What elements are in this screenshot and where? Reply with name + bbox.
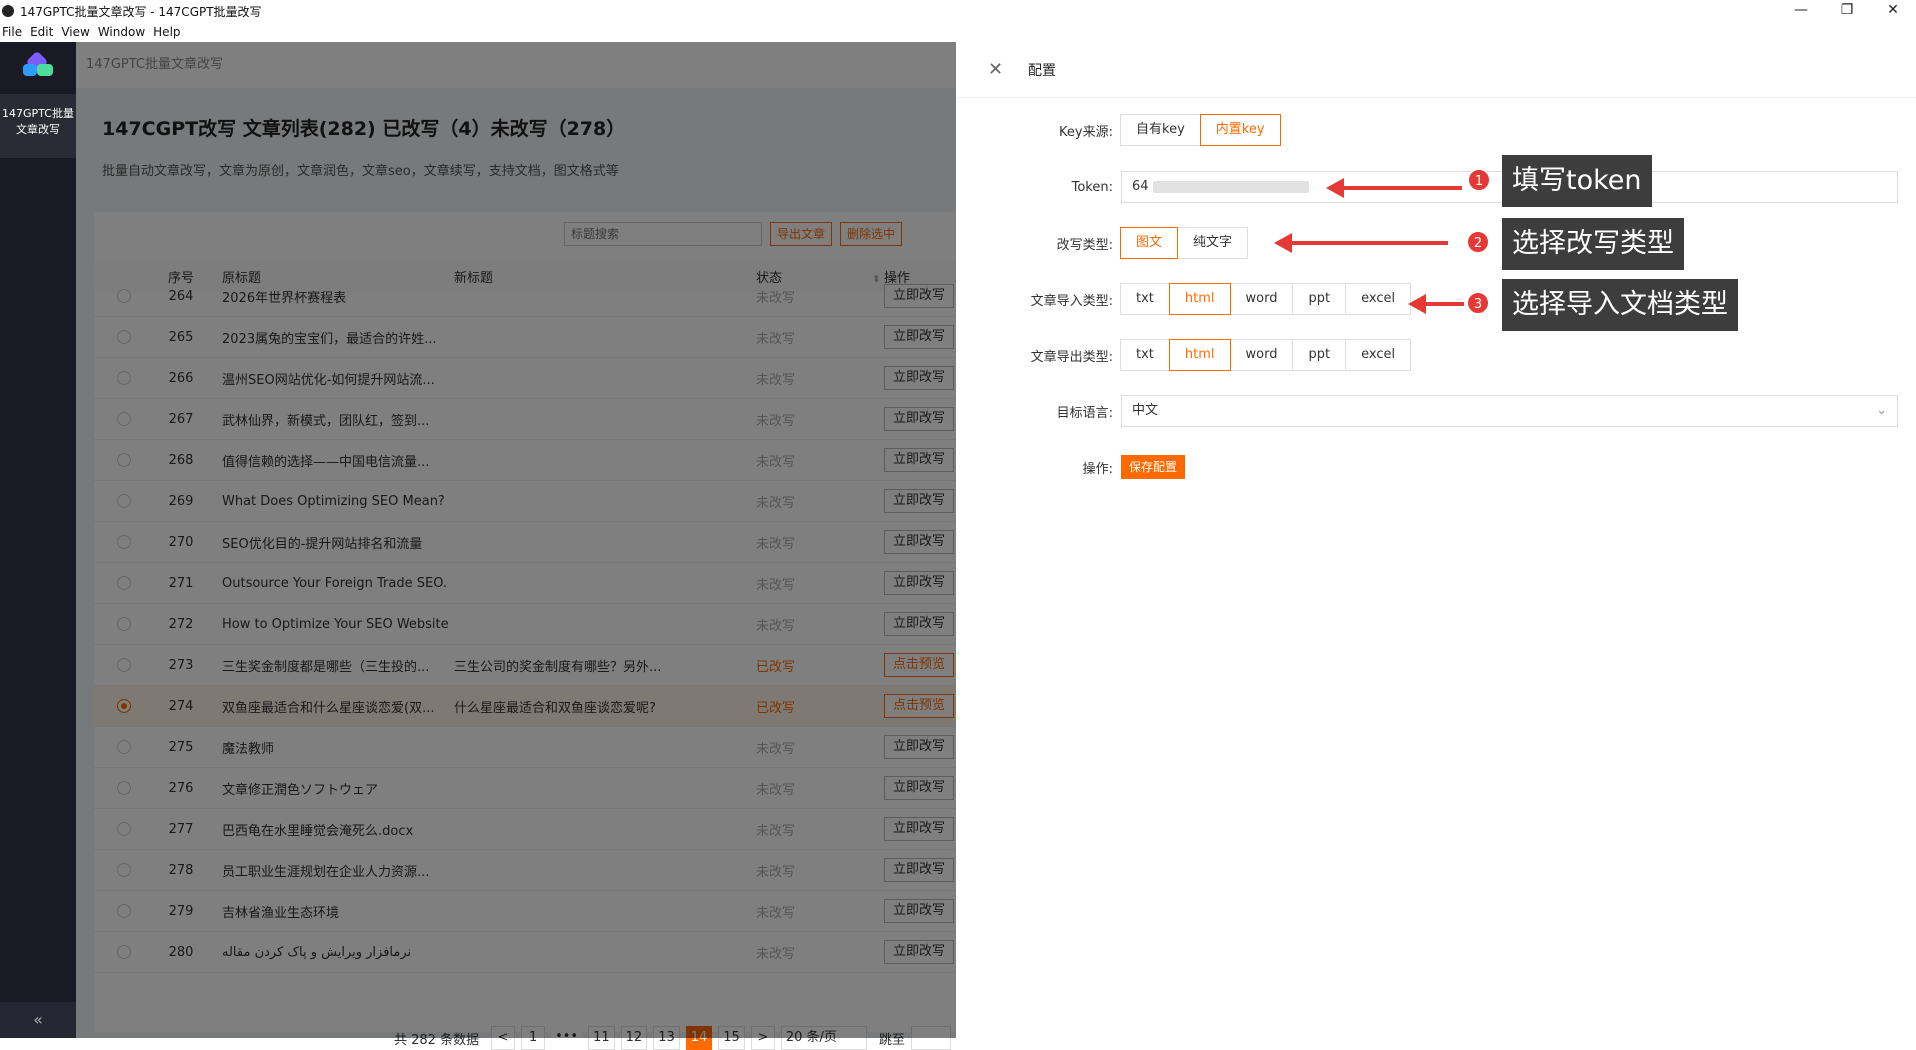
action-label: 操作: [1082, 461, 1113, 477]
export-html[interactable]: html [1168, 339, 1231, 371]
rewrite-type-plain-text[interactable]: 纯文字 [1177, 227, 1249, 259]
import-type-label: 文章导入类型: [1030, 293, 1113, 309]
restore-icon[interactable]: ❐ [1824, 0, 1870, 22]
annotation-label-3: 选择导入文档类型 [1502, 279, 1738, 331]
key-source-group: 自有key 内置key [1120, 114, 1281, 146]
key-source-own[interactable]: 自有key [1120, 114, 1201, 146]
annotation-number-2: 2 [1466, 230, 1490, 254]
menu-edit[interactable]: Edit [28, 25, 59, 39]
app-icon [2, 5, 14, 17]
menu-help[interactable]: Help [151, 25, 186, 39]
annotation-label-2: 选择改写类型 [1502, 218, 1684, 270]
annotation-arrow-2 [1274, 233, 1448, 253]
import-excel[interactable]: excel [1345, 283, 1412, 315]
collapse-icon[interactable]: « [0, 1002, 76, 1038]
window-title: 147GPTC批量文章改写 - 147CGPT批量改写 [20, 4, 262, 19]
config-drawer: ✕ 配置 Key来源: 自有key 内置key Token: 64 改写类型: … [956, 42, 1916, 1038]
drawer-title: 配置 [1028, 62, 1056, 79]
export-txt[interactable]: txt [1120, 339, 1170, 371]
rewrite-type-label: 改写类型: [1056, 237, 1113, 253]
target-language-select[interactable]: 中文 ⌄ [1121, 395, 1898, 427]
annotation-arrow-3 [1408, 294, 1464, 314]
import-txt[interactable]: txt [1120, 283, 1170, 315]
annotation-label-1: 填写token [1502, 155, 1652, 207]
save-config-button[interactable]: 保存配置 [1121, 455, 1186, 479]
menu-window[interactable]: Window [96, 25, 151, 39]
rewrite-type-image-text[interactable]: 图文 [1120, 227, 1179, 259]
menu-bar: File Edit View Window Help [0, 22, 1916, 42]
action-row: 操作: 保存配置 [956, 455, 1186, 479]
logo-icon [23, 50, 53, 78]
token-label: Token: [1071, 179, 1113, 195]
annotation-number-3: 3 [1466, 291, 1490, 315]
token-blurred [1152, 180, 1309, 193]
left-sidebar: 147GPTC批量 文章改写 « [0, 42, 76, 1038]
export-ppt[interactable]: ppt [1292, 339, 1347, 371]
export-type-label: 文章导出类型: [1030, 349, 1113, 365]
target-language-value: 中文 [1132, 403, 1159, 418]
import-word[interactable]: word [1229, 283, 1294, 315]
key-source-builtin[interactable]: 内置key [1199, 114, 1281, 146]
import-ppt[interactable]: ppt [1292, 283, 1347, 315]
export-word[interactable]: word [1229, 339, 1294, 371]
target-language-row: 目标语言: 中文 ⌄ [956, 395, 1898, 427]
rewrite-type-row: 改写类型: 图文 纯文字 [956, 227, 1249, 259]
app-logo [0, 42, 76, 88]
modal-overlay[interactable] [76, 42, 956, 1038]
export-type-row: 文章导出类型: txt html word ppt excel [956, 339, 1412, 371]
sidebar-item-label-2: 文章改写 [16, 123, 60, 136]
chevron-down-icon: ⌄ [1876, 403, 1887, 418]
annotation-arrow-1 [1326, 178, 1462, 198]
token-value: 64 [1132, 179, 1149, 194]
export-excel[interactable]: excel [1345, 339, 1412, 371]
window-controls: — ❐ ✕ [1778, 0, 1916, 22]
key-source-row: Key来源: 自有key 内置key [956, 114, 1281, 146]
drawer-header: ✕ 配置 [956, 42, 1916, 98]
menu-view[interactable]: View [59, 25, 95, 39]
import-type-group: txt html word ppt excel [1120, 283, 1412, 315]
menu-file[interactable]: File [0, 25, 28, 39]
import-type-row: 文章导入类型: txt html word ppt excel [956, 283, 1412, 315]
close-icon[interactable]: ✕ [988, 59, 1008, 80]
title-bar: 147GPTC批量文章改写 - 147CGPT批量改写 — ❐ ✕ [0, 0, 1916, 22]
rewrite-type-group: 图文 纯文字 [1120, 227, 1249, 259]
annotation-number-1: 1 [1467, 168, 1491, 192]
import-html[interactable]: html [1168, 283, 1231, 315]
export-type-group: txt html word ppt excel [1120, 339, 1412, 371]
minimize-icon[interactable]: — [1778, 0, 1824, 22]
target-language-label: 目标语言: [1056, 405, 1113, 421]
sidebar-item-label-1: 147GPTC批量 [2, 107, 74, 120]
key-source-label: Key来源: [1059, 124, 1113, 140]
close-window-icon[interactable]: ✕ [1870, 0, 1916, 22]
sidebar-item-rewrite[interactable]: 147GPTC批量 文章改写 [0, 94, 76, 158]
